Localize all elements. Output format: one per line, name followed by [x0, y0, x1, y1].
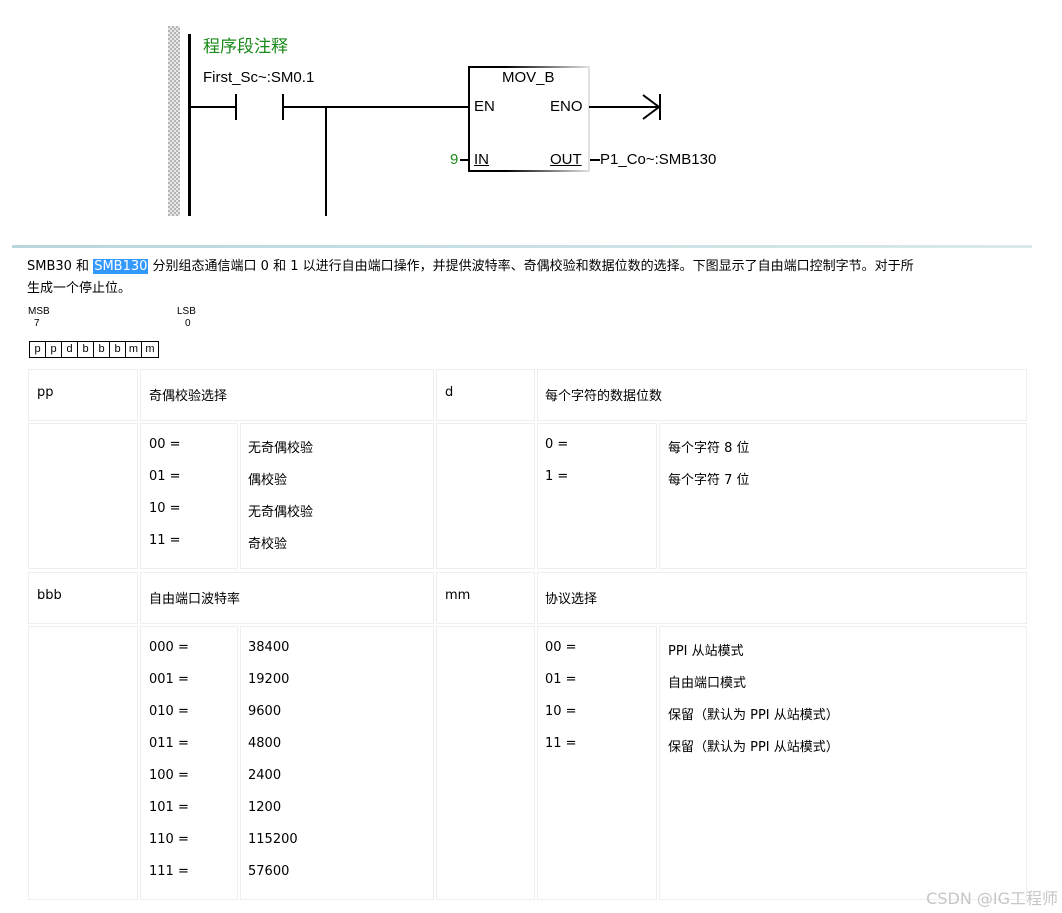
protocol-desc: 保留（默认为 PPI 从站模式） — [668, 708, 839, 723]
description-text: 分别组态通信端口 0 和 1 以进行自由端口操作，并提供波特率、奇偶校验和数据位… — [148, 259, 914, 274]
protocol-desc: 保留（默认为 PPI 从站模式） — [668, 740, 839, 755]
header-baud: 自由端口波特率 — [149, 592, 241, 607]
segment-comment[interactable]: 程序段注释 — [203, 32, 288, 57]
parity-desc: 奇校验 — [248, 537, 288, 552]
bit-cell: b — [94, 342, 110, 357]
eno-output-graphic — [589, 94, 661, 120]
en-pin-label: EN — [474, 98, 495, 115]
baud-code: 011 = — [149, 736, 189, 751]
lsb-bit-number: 0 — [185, 318, 191, 329]
parity-code: 10 = — [149, 501, 181, 516]
parity-desc: 无奇偶校验 — [248, 505, 314, 520]
power-rail — [188, 34, 191, 216]
baud-code: 001 = — [149, 672, 189, 687]
highlighted-text: SMB130 — [93, 259, 149, 274]
baud-value: 115200 — [248, 832, 298, 847]
protocol-code: 01 = — [545, 672, 577, 687]
description-line-2: 生成一个停止位。 — [27, 281, 132, 296]
eno-pin-label: ENO — [550, 98, 583, 115]
protocol-code: 10 = — [545, 704, 577, 719]
network-left-margin — [168, 26, 180, 216]
bit-cell: d — [62, 342, 78, 357]
databits-desc: 每个字符 8 位 — [668, 441, 750, 456]
table-cell — [436, 423, 535, 569]
baud-value: 1200 — [248, 800, 282, 815]
description-line-1: SMB30 和 SMB130 分别组态通信端口 0 和 1 以进行自由端口操作，… — [27, 255, 914, 274]
bit-cell: b — [78, 342, 94, 357]
bit-cell: m — [145, 343, 155, 355]
baud-value: 57600 — [248, 864, 290, 879]
table-cell — [537, 626, 657, 900]
parity-desc: 偶校验 — [248, 473, 288, 488]
baud-value: 4800 — [248, 736, 282, 751]
msb-bit-number: 7 — [34, 318, 40, 329]
bit-cell: p — [46, 342, 62, 357]
table-cell — [140, 626, 238, 900]
msb-label: MSB — [28, 306, 50, 317]
contact-address-label[interactable]: First_Sc~:SM0.1 — [203, 69, 314, 86]
baud-code: 000 = — [149, 640, 189, 655]
databits-code: 0 = — [545, 437, 569, 452]
control-byte-bits: p p d b b b m m — [29, 341, 159, 358]
table-cell — [537, 572, 1027, 624]
header-pp: pp — [37, 385, 54, 400]
lsb-label: LSB — [177, 306, 196, 317]
header-bbb: bbb — [37, 588, 62, 603]
bit-cell: b — [110, 342, 126, 357]
header-mm: mm — [445, 588, 471, 603]
table-cell — [659, 626, 1027, 900]
protocol-code: 00 = — [545, 640, 577, 655]
table-cell — [28, 626, 138, 900]
parity-code: 00 = — [149, 437, 181, 452]
in-pin-label: IN — [474, 151, 489, 168]
out-pin-label: OUT — [550, 151, 582, 168]
table-cell — [240, 626, 434, 900]
baud-value: 2400 — [248, 768, 282, 783]
baud-code: 100 = — [149, 768, 189, 783]
header-protocol: 协议选择 — [545, 592, 598, 607]
description-text: SMB30 和 — [27, 259, 94, 274]
baud-code: 110 = — [149, 832, 189, 847]
protocol-code: 11 = — [545, 736, 577, 751]
out-operand-address[interactable]: P1_Co~:SMB130 — [600, 151, 716, 168]
baud-value: 9600 — [248, 704, 282, 719]
baud-value: 19200 — [248, 672, 290, 687]
databits-desc: 每个字符 7 位 — [668, 473, 750, 488]
header-parity: 奇偶校验选择 — [149, 389, 228, 404]
databits-code: 1 = — [545, 469, 569, 484]
parity-desc: 无奇偶校验 — [248, 441, 314, 456]
mov-b-title: MOV_B — [502, 69, 555, 86]
table-cell — [28, 423, 138, 569]
baud-code: 111 = — [149, 864, 189, 879]
baud-code: 101 = — [149, 800, 189, 815]
section-divider — [12, 245, 1032, 248]
bit-cell: m — [126, 342, 142, 357]
bit-cell: p — [30, 342, 46, 357]
protocol-desc: PPI 从站模式 — [668, 644, 744, 659]
header-d: d — [445, 385, 454, 400]
baud-code: 010 = — [149, 704, 189, 719]
parity-code: 11 = — [149, 533, 181, 548]
protocol-desc: 自由端口模式 — [668, 676, 747, 691]
parity-code: 01 = — [149, 469, 181, 484]
in-operand-value[interactable]: 9 — [450, 151, 458, 168]
watermark: CSDN @IG工程师 — [926, 889, 1058, 908]
baud-value: 38400 — [248, 640, 290, 655]
header-databits: 每个字符的数据位数 — [545, 389, 663, 404]
table-cell — [436, 626, 535, 900]
